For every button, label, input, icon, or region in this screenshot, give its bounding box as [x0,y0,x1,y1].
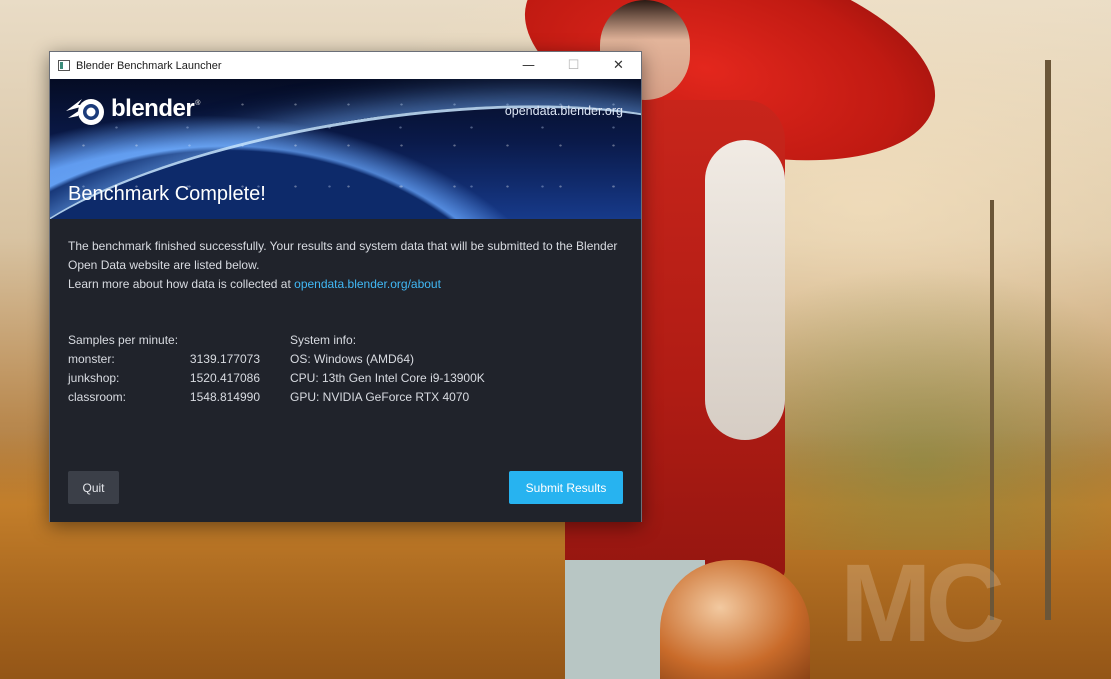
result-scene-name: junkshop: [68,371,120,385]
title-bar[interactable]: Blender Benchmark Launcher — ☐ ✕ [50,52,641,79]
blender-logo: blender ® [64,91,200,127]
samples-header: Samples per minute: [68,333,179,347]
close-button[interactable]: ✕ [596,52,641,79]
benchmark-launcher-window: Blender Benchmark Launcher — ☐ ✕ blender… [49,51,642,522]
submit-results-button[interactable]: Submit Results [509,471,623,504]
system-info-header: System info: [290,333,357,347]
result-row: classroom: 1548.814990 [68,388,260,407]
app-icon [58,60,70,71]
quit-button[interactable]: Quit [68,471,119,504]
intro-description: The benchmark finished successfully. You… [68,239,618,272]
wallpaper-watermark: MC [840,542,1005,665]
wallpaper-fox [660,560,810,679]
result-scene-name: monster: [68,352,115,366]
system-cpu: CPU: 13th Gen Intel Core i9-13900K [290,371,485,385]
result-scene-value: 1520.417086 [189,371,260,385]
header-banner: blender ® opendata.blender.org Benchmark… [50,79,641,219]
opendata-site-link[interactable]: opendata.blender.org [505,104,623,118]
page-title: Benchmark Complete! [68,183,266,205]
result-scene-value: 1548.814990 [189,390,260,404]
maximize-button[interactable]: ☐ [551,52,596,79]
system-gpu: GPU: NVIDIA GeForce RTX 4070 [290,390,470,404]
wallpaper-robe-panel [705,140,785,440]
logo-wordmark: blender [111,95,195,122]
result-row: junkshop: 1520.417086 [68,369,260,388]
samples-results: Samples per minute: monster: 3139.177073… [68,331,260,407]
wallpaper-palm-trunk [1045,60,1051,620]
minimize-button[interactable]: — [506,52,551,79]
result-scene-name: classroom: [68,390,127,404]
blender-logo-icon [66,99,104,125]
intro-text: The benchmark finished successfully. You… [68,237,628,294]
wallpaper-palm-trunk-small [990,200,994,620]
result-scene-value: 3139.177073 [189,352,260,366]
wallpaper-figure-skirt [565,560,705,679]
logo-registered-mark: ® [195,99,201,107]
window-title: Blender Benchmark Launcher [76,59,222,72]
learn-more-text: Learn more about how data is collected a… [68,277,295,291]
content-panel: The benchmark finished successfully. You… [50,219,641,522]
about-link[interactable]: opendata.blender.org/about [294,277,441,291]
wallpaper-hill [640,250,1111,550]
system-info: System info: OS: Windows (AMD64) CPU: 13… [290,331,485,407]
result-row: monster: 3139.177073 [68,350,260,369]
system-os: OS: Windows (AMD64) [290,352,415,366]
window-controls: — ☐ ✕ [506,52,641,79]
